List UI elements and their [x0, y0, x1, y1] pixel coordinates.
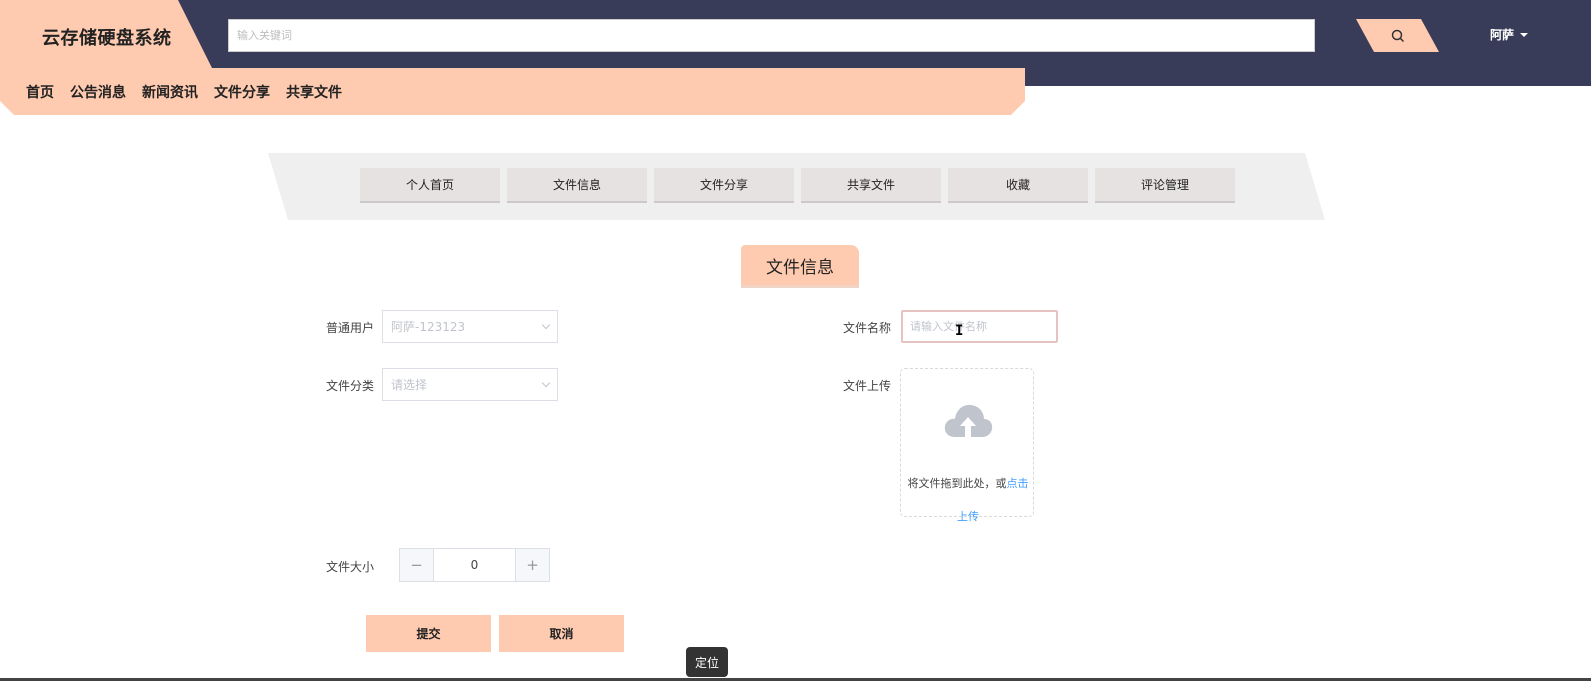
- upload-hint-text: 将文件拖到此处，或: [907, 477, 1007, 490]
- nav-item-shared-files[interactable]: 共享文件: [286, 82, 342, 102]
- nav-item-announcements[interactable]: 公告消息: [70, 82, 126, 102]
- tab-file-info[interactable]: 文件信息: [507, 168, 647, 203]
- tab-personal-home[interactable]: 个人首页: [360, 168, 500, 203]
- caret-down-icon: [1520, 32, 1529, 37]
- chevron-down-icon: [541, 320, 551, 329]
- upload-hint: 将文件拖到此处，或点击 上传: [901, 467, 1035, 533]
- user-name: 阿萨: [1490, 28, 1515, 42]
- category-select-placeholder: 请选择: [391, 378, 428, 392]
- cancel-button[interactable]: 取消: [499, 615, 624, 652]
- decrement-button[interactable]: −: [400, 549, 434, 581]
- tab-shared-files[interactable]: 共享文件: [801, 168, 941, 203]
- locate-tooltip: 定位: [686, 647, 728, 677]
- chevron-down-icon: [541, 378, 551, 387]
- search-input[interactable]: [228, 19, 1315, 52]
- category-label: 文件分类: [326, 379, 375, 393]
- size-stepper[interactable]: − 0 +: [399, 548, 550, 582]
- user-menu[interactable]: 阿萨: [1490, 26, 1529, 43]
- personal-tabs: 个人首页 文件信息 文件分享 共享文件 收藏 评论管理: [360, 168, 1235, 203]
- tab-file-share[interactable]: 文件分享: [654, 168, 794, 203]
- section-title: 文件信息: [741, 245, 859, 285]
- size-value[interactable]: 0: [434, 549, 515, 581]
- upload-click-link[interactable]: 点击: [1007, 477, 1029, 490]
- upload-link[interactable]: 上传: [957, 510, 979, 523]
- category-select[interactable]: 请选择: [382, 368, 558, 401]
- filename-input[interactable]: [901, 310, 1058, 343]
- increment-button[interactable]: +: [515, 549, 549, 581]
- search-icon: [1391, 29, 1404, 42]
- nav-item-home[interactable]: 首页: [26, 82, 54, 102]
- submit-button[interactable]: 提交: [366, 615, 491, 652]
- user-select-value: 阿萨-123123: [391, 320, 466, 334]
- nav-item-file-share[interactable]: 文件分享: [214, 82, 270, 102]
- cloud-upload-icon: [944, 404, 993, 437]
- nav-item-news[interactable]: 新闻资讯: [142, 82, 198, 102]
- file-upload-dropzone[interactable]: 将文件拖到此处，或点击 上传: [900, 368, 1034, 523]
- upload-label: 文件上传: [843, 379, 892, 393]
- text-cursor-icon: I: [955, 323, 964, 339]
- tab-favorites[interactable]: 收藏: [948, 168, 1088, 203]
- main-nav: 首页 公告消息 新闻资讯 文件分享 共享文件: [26, 82, 342, 102]
- user-select[interactable]: 阿萨-123123: [382, 310, 558, 343]
- site-logo[interactable]: 云存储硬盘系统: [42, 24, 172, 50]
- section-title-underline: [741, 285, 859, 288]
- size-label: 文件大小: [326, 560, 375, 574]
- filename-label: 文件名称: [843, 321, 892, 335]
- tab-comment-management[interactable]: 评论管理: [1095, 168, 1235, 203]
- user-label: 普通用户: [326, 321, 375, 335]
